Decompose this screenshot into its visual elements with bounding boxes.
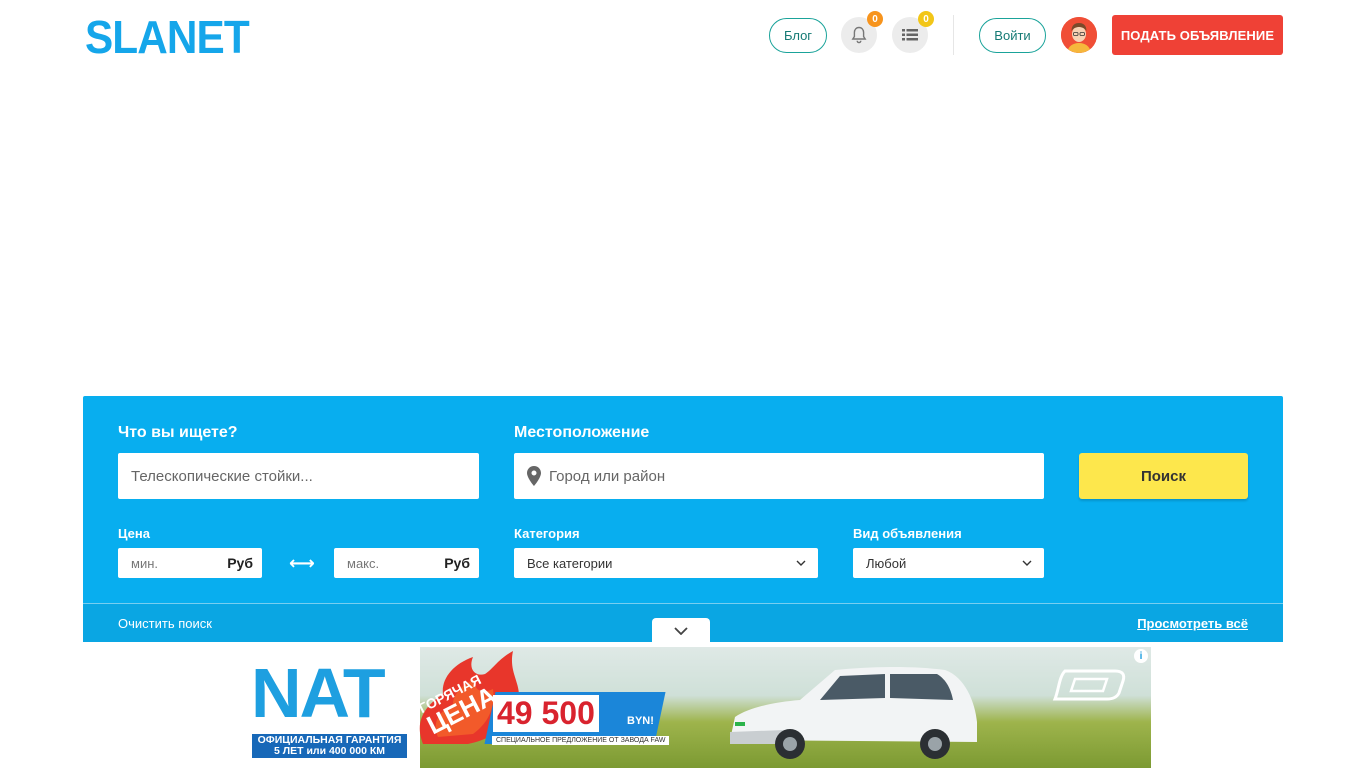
bestune-logo-icon — [1052, 669, 1126, 701]
login-button[interactable]: Войти — [979, 18, 1046, 53]
search-input[interactable] — [118, 453, 479, 499]
notifications-count-badge: 0 — [867, 11, 883, 27]
ad-banner[interactable]: NAT ОФИЦИАЛЬНАЯ ГАРАНТИЯ 5 ЛЕТ или 400 0… — [215, 647, 1151, 768]
list-icon — [902, 29, 918, 41]
ad-type-select[interactable]: Любой — [853, 548, 1044, 578]
what-label: Что вы ищете? — [118, 424, 238, 441]
clear-search-link[interactable]: Очистить поиск — [118, 616, 212, 631]
search-button[interactable]: Поиск — [1079, 453, 1248, 499]
ad-price-currency: BYN! — [627, 715, 654, 727]
price-label: Цена — [118, 526, 150, 541]
ad-type-value: Любой — [866, 555, 907, 571]
what-field[interactable] — [118, 453, 479, 499]
blog-button[interactable]: Блог — [769, 18, 827, 53]
location-field[interactable] — [514, 453, 1044, 499]
notifications-button[interactable]: 0 — [841, 11, 883, 53]
site-logo[interactable]: SLANET — [85, 10, 250, 64]
car-image-icon — [730, 667, 977, 759]
price-min-input[interactable]: мин. — [131, 556, 158, 571]
view-all-link[interactable]: Просмотреть всё — [1137, 616, 1248, 631]
ad-type-label: Вид объявления — [853, 526, 962, 541]
category-value: Все категории — [527, 555, 613, 571]
ad-guarantee: ОФИЦИАЛЬНАЯ ГАРАНТИЯ 5 ЛЕТ или 400 000 К… — [252, 734, 407, 758]
location-input[interactable] — [541, 453, 1044, 499]
header-divider — [953, 15, 954, 55]
ad-price: 49 500 — [493, 695, 599, 732]
user-avatar-icon — [1061, 17, 1097, 53]
currency-label: Руб — [227, 555, 253, 571]
avatar[interactable] — [1061, 17, 1097, 53]
category-label: Категория — [514, 526, 580, 541]
location-label: Местоположение — [514, 424, 650, 441]
my-list-button[interactable]: 0 — [892, 11, 934, 53]
list-count-badge: 0 — [918, 11, 934, 27]
currency-label: Руб — [444, 555, 470, 571]
ad-offer: СПЕЦИАЛЬНОЕ ПРЕДЛОЖЕНИЕ ОТ ЗАВОДА FAW — [492, 736, 670, 745]
price-min-field[interactable]: мин. Руб — [118, 548, 262, 578]
price-max-field[interactable]: макс. Руб — [334, 548, 479, 578]
post-ad-button[interactable]: ПОДАТЬ ОБЪЯВЛЕНИЕ — [1112, 15, 1283, 55]
ad-info-icon[interactable]: i — [1134, 649, 1148, 663]
bell-icon — [851, 26, 867, 44]
range-arrows-icon: ⟷ — [289, 553, 315, 573]
ad-brand: NAT — [251, 654, 386, 732]
map-pin-icon — [527, 466, 541, 486]
chevron-down-icon — [1022, 560, 1032, 566]
expand-search-toggle[interactable] — [652, 618, 710, 644]
chevron-down-icon — [796, 560, 806, 566]
search-panel: Что вы ищете? Местоположение Поиск Цена … — [83, 396, 1283, 644]
chevron-down-icon — [674, 627, 688, 635]
price-max-input[interactable]: макс. — [347, 556, 379, 571]
category-select[interactable]: Все категории — [514, 548, 818, 578]
ad-guarantee-line2: 5 ЛЕТ или 400 000 КМ — [274, 745, 385, 757]
